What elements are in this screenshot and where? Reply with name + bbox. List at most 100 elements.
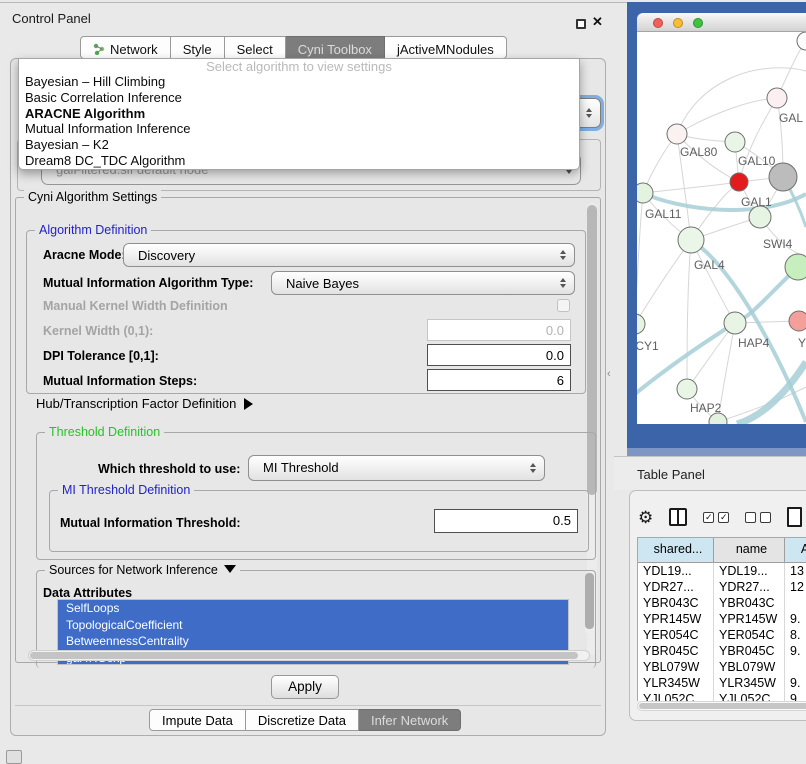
tab-select[interactable]: Select — [225, 36, 286, 59]
tab-impute-data[interactable]: Impute Data — [149, 709, 246, 731]
network-node[interactable] — [725, 132, 745, 152]
dpi-tolerance-field[interactable]: 0.0 — [427, 344, 571, 366]
mi-threshold-field[interactable]: 0.5 — [434, 509, 578, 533]
which-threshold-combobox[interactable]: MI Threshold — [248, 455, 545, 481]
deselect-all-checkboxes-icon[interactable] — [745, 512, 771, 523]
attribute-list-scrollbar[interactable] — [585, 572, 594, 634]
zoom-window-icon[interactable] — [693, 18, 703, 28]
control-panel-title: Control Panel — [12, 11, 91, 26]
network-edge[interactable] — [691, 240, 735, 323]
panel-resize-handle[interactable]: ‹ — [607, 368, 611, 380]
table-settings-gear-icon[interactable]: ⚙ — [638, 509, 653, 526]
mi-type-label: Mutual Information Algorithm Type: — [43, 276, 253, 290]
cell-shared-name: YBL079W — [638, 659, 713, 675]
manual-kernel-checkbox[interactable] — [557, 299, 570, 312]
select-all-checkboxes-icon[interactable]: ✓ ✓ — [703, 512, 729, 523]
table-row[interactable]: YLR345W YLR345W 9. — [638, 675, 806, 691]
hub-definition-toggle[interactable]: Hub/Transcription Factor Definition — [36, 396, 253, 411]
network-edge[interactable] — [637, 240, 691, 324]
tab-style[interactable]: Style — [171, 36, 225, 59]
tab-jactivemnodules[interactable]: jActiveMNodules — [385, 36, 507, 59]
attribute-list-item[interactable]: SelfLoops — [58, 600, 568, 617]
table-row[interactable]: YBR045C YBR045C 9. — [638, 643, 806, 659]
column-header-third[interactable]: A — [784, 538, 806, 562]
table-row[interactable]: YBL079W YBL079W — [638, 659, 806, 675]
dropdown-item[interactable]: ARACNE Algorithm — [19, 106, 579, 122]
attribute-list-item[interactable]: BetweennessCentrality — [58, 633, 568, 650]
cell-value — [784, 659, 806, 675]
dropdown-item[interactable]: Bayesian – Hill Climbing — [19, 74, 579, 90]
dropdown-item[interactable]: Dream8 DC_TDC Algorithm — [19, 153, 579, 169]
network-node[interactable] — [637, 314, 645, 334]
sources-group-title[interactable]: Sources for Network Inference — [45, 563, 240, 577]
cell-shared-name: YLR345W — [638, 675, 713, 691]
network-node[interactable] — [797, 32, 806, 50]
apply-button[interactable]: Apply — [271, 675, 339, 699]
mi-steps-label: Mutual Information Steps: — [43, 374, 197, 388]
table-row[interactable]: YER054C YER054C 8. — [638, 627, 806, 643]
float-panel-icon[interactable] — [576, 19, 586, 29]
checked-box-icon: ✓ — [718, 512, 729, 523]
network-node[interactable] — [730, 173, 748, 191]
settings-horizontal-scrollbar[interactable] — [28, 650, 590, 661]
network-window-titlebar[interactable] — [637, 13, 806, 32]
column-header-name[interactable]: name — [713, 538, 784, 562]
aracne-mode-combobox[interactable]: Discovery — [123, 243, 575, 267]
dropdown-item[interactable]: Bayesian – K2 — [19, 137, 579, 153]
network-node[interactable] — [724, 312, 746, 334]
attribute-list-item[interactable]: TopologicalCoefficient — [58, 617, 568, 634]
network-node[interactable] — [789, 311, 806, 331]
table-row[interactable]: YBR043C YBR043C — [638, 595, 806, 611]
export-table-icon[interactable] — [787, 507, 802, 527]
scrollbar-thumb[interactable] — [30, 652, 578, 659]
tab-cyni-toolbox[interactable]: Cyni Toolbox — [286, 36, 385, 59]
table-row[interactable]: YPR145W YPR145W 9. — [638, 611, 806, 627]
network-node[interactable] — [678, 227, 704, 253]
cell-value: 9. — [784, 643, 806, 659]
network-node[interactable] — [637, 183, 653, 203]
unchecked-box-icon — [745, 512, 756, 523]
dropdown-item[interactable]: Mutual Information Inference — [19, 121, 579, 137]
cell-shared-name: YPR145W — [638, 611, 713, 627]
table-row[interactable]: YJL052C YJL052C 9. — [638, 691, 806, 701]
aracne-mode-label: Aracne Mode: — [43, 248, 126, 262]
top-divider — [0, 2, 627, 3]
algorithm-definition-group: Algorithm Definition Aracne Mode: Discov… — [26, 230, 586, 394]
scrollbar-thumb[interactable] — [639, 703, 806, 709]
table-panel-toolbar: ⚙ ✓ ✓ — [638, 503, 806, 531]
network-graph[interactable]: GALGAL80GAL10GAL1GAL11SWI4GAL4GCY1HAP4YH… — [637, 32, 806, 424]
network-node-label: SWI4 — [763, 237, 793, 251]
unchecked-box-icon — [760, 512, 771, 523]
network-edge[interactable] — [643, 182, 739, 193]
column-layout-icon[interactable] — [669, 508, 687, 526]
settings-group-title: Cyni Algorithm Settings — [24, 190, 161, 204]
network-edge[interactable] — [687, 240, 691, 389]
network-edge[interactable] — [637, 193, 643, 324]
dropdown-prompt: Select algorithm to view settings — [19, 59, 579, 74]
scrollbar-thumb[interactable] — [585, 573, 594, 629]
network-node[interactable] — [677, 379, 697, 399]
close-window-icon[interactable] — [653, 18, 663, 28]
tab-infer-network[interactable]: Infer Network — [359, 709, 461, 731]
threshold-definition-group: Threshold Definition Which threshold to … — [36, 432, 596, 560]
close-panel-icon[interactable]: ✕ — [592, 14, 603, 30]
table-row[interactable]: YDL19... YDL19... 13 — [638, 563, 806, 579]
network-node[interactable] — [667, 124, 687, 144]
table-horizontal-scrollbar[interactable] — [637, 701, 806, 711]
network-canvas[interactable]: GALGAL80GAL10GAL1GAL11SWI4GAL4GCY1HAP4YH… — [637, 32, 806, 424]
mi-type-combobox[interactable]: Naive Bayes — [271, 271, 575, 295]
dropdown-item[interactable]: Basic Correlation Inference — [19, 90, 579, 106]
network-edge[interactable] — [687, 323, 735, 389]
combobox-arrows-icon — [560, 278, 566, 288]
network-edge[interactable] — [677, 98, 777, 134]
network-node[interactable] — [785, 254, 806, 280]
network-node[interactable] — [749, 206, 771, 228]
column-header-shared-name[interactable]: shared... — [638, 538, 713, 562]
tab-network[interactable]: Network — [80, 36, 171, 59]
minimize-window-icon[interactable] — [673, 18, 683, 28]
mi-steps-field[interactable]: 6 — [427, 369, 571, 391]
tab-discretize-data[interactable]: Discretize Data — [246, 709, 359, 731]
table-row[interactable]: YDR27... YDR27... 12 — [638, 579, 806, 595]
kernel-width-field[interactable]: 0.0 — [427, 319, 571, 341]
network-node[interactable] — [767, 88, 787, 108]
